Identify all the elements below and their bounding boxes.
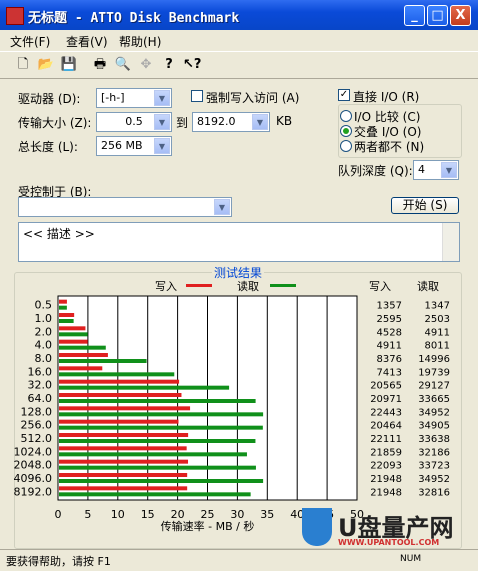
column-header-write: 写入 — [369, 280, 391, 293]
value-write: 1357 — [377, 301, 402, 312]
value-read: 1347 — [425, 301, 450, 312]
value-write: 4911 — [377, 341, 402, 352]
bar-read — [59, 345, 106, 350]
value-write: 7413 — [377, 367, 402, 378]
bar-read — [59, 452, 247, 457]
category-label: 1024.0 — [14, 445, 53, 458]
category-label: 32.0 — [28, 379, 53, 392]
bar-write — [59, 299, 67, 304]
results-chart: 05101520253035404550传输速率 - MB / 秒写入读取写入读… — [14, 279, 451, 533]
value-write: 21859 — [370, 447, 402, 458]
x-axis-label: 传输速率 - MB / 秒 — [161, 519, 255, 533]
status-num: NUM — [400, 554, 422, 564]
value-read: 33665 — [418, 394, 450, 405]
bar-read — [59, 465, 256, 470]
legend-write-label: 写入 — [155, 280, 177, 293]
bar-write — [59, 459, 189, 464]
bar-write — [59, 433, 189, 437]
category-label: 16.0 — [28, 365, 53, 378]
bar-write — [59, 406, 191, 411]
value-write: 22443 — [370, 407, 402, 418]
bar-write — [59, 353, 108, 357]
value-write: 2595 — [377, 314, 402, 325]
category-label: 128.0 — [21, 405, 53, 418]
value-read: 33723 — [418, 461, 450, 472]
category-label: 0.5 — [35, 299, 53, 312]
legend-read-label: 读取 — [237, 279, 259, 293]
bar-write — [59, 326, 86, 331]
category-label: 4096.0 — [14, 472, 53, 485]
bar-read — [59, 492, 251, 497]
bar-read — [59, 319, 74, 323]
category-label: 2048.0 — [14, 459, 53, 472]
value-write: 8376 — [377, 354, 402, 365]
x-tick-label: 10 — [111, 508, 125, 521]
bar-write — [59, 419, 179, 424]
bar-write — [59, 313, 75, 317]
x-tick-label: 15 — [141, 508, 155, 521]
bar-write — [59, 366, 103, 371]
bar-write — [59, 339, 88, 344]
bar-read — [59, 479, 264, 483]
watermark-logo: U盘量产网 WWW.UPANTOOL.COM — [302, 508, 478, 547]
bar-write — [59, 393, 182, 397]
value-read: 2503 — [425, 314, 450, 325]
legend-write-swatch — [186, 284, 212, 287]
watermark-url: WWW.UPANTOOL.COM — [338, 538, 440, 547]
value-write: 20971 — [370, 394, 402, 405]
category-label: 256.0 — [21, 419, 53, 432]
value-write: 4528 — [377, 327, 402, 338]
value-write: 21948 — [370, 474, 402, 485]
bar-write — [59, 473, 188, 477]
bar-write — [59, 446, 187, 451]
value-write: 22093 — [370, 461, 402, 472]
category-label: 4.0 — [35, 339, 53, 352]
value-read: 34905 — [418, 421, 450, 432]
bar-read — [59, 399, 256, 403]
category-label: 8192.0 — [14, 485, 53, 498]
value-write: 20565 — [370, 381, 402, 392]
column-header-read: 读取 — [417, 279, 439, 293]
category-label: 64.0 — [28, 392, 53, 405]
value-read: 34952 — [418, 407, 450, 418]
bar-read — [59, 305, 67, 310]
bar-read — [59, 439, 256, 443]
category-label: 8.0 — [35, 352, 53, 365]
legend-read-swatch — [270, 284, 296, 287]
value-read: 19739 — [418, 367, 450, 378]
bar-read — [59, 425, 263, 430]
bar-read — [59, 332, 88, 337]
u-logo-icon — [302, 508, 332, 546]
x-tick-label: 5 — [84, 508, 91, 521]
bar-write — [59, 379, 180, 384]
status-bar: 要获得帮助，请按 F1 NUM — [0, 549, 478, 571]
value-read: 14996 — [418, 354, 450, 365]
bar-read — [59, 372, 175, 377]
category-label: 2.0 — [35, 325, 53, 338]
value-write: 20464 — [370, 421, 402, 432]
value-read: 33638 — [418, 434, 450, 445]
category-label: 512.0 — [21, 432, 53, 445]
bar-read — [59, 385, 230, 390]
value-read: 29127 — [418, 381, 450, 392]
value-read: 32186 — [418, 447, 450, 458]
value-read: 32816 — [418, 487, 450, 498]
value-read: 4911 — [425, 327, 450, 338]
value-write: 21948 — [370, 487, 402, 498]
bar-read — [59, 412, 264, 417]
value-write: 22111 — [370, 434, 402, 445]
x-tick-label: 0 — [55, 508, 62, 521]
value-read: 34952 — [418, 474, 450, 485]
bar-read — [59, 359, 147, 363]
x-tick-label: 35 — [260, 508, 274, 521]
value-read: 8011 — [425, 341, 450, 352]
status-help-text: 要获得帮助，请按 F1 — [6, 555, 111, 568]
category-label: 1.0 — [35, 312, 53, 325]
bar-write — [59, 486, 188, 491]
